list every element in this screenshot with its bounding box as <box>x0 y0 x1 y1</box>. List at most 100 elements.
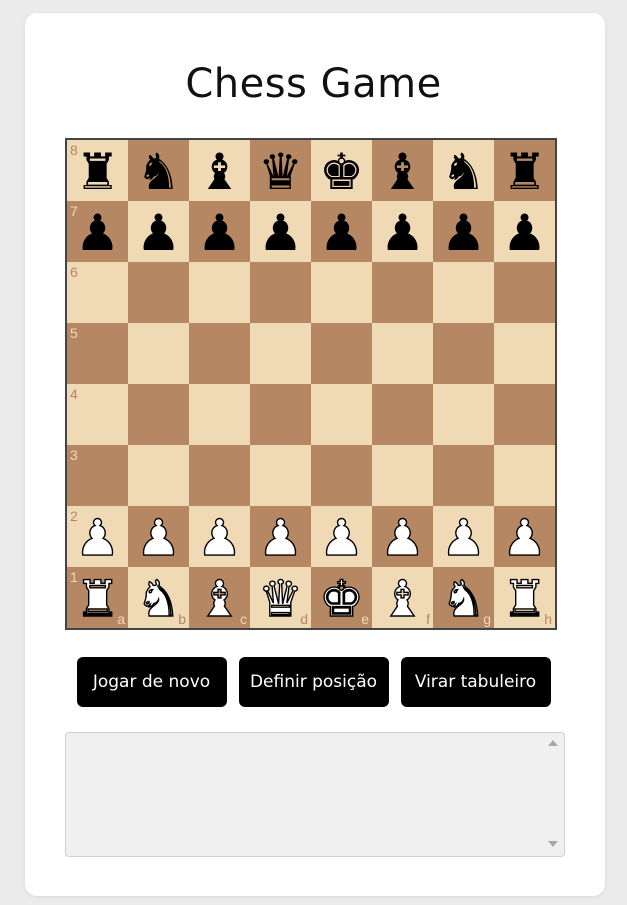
square-d1[interactable]: d ♛ <box>250 567 311 628</box>
square-g5[interactable] <box>433 323 494 384</box>
black-bishop-icon[interactable]: ♝ <box>380 147 425 197</box>
square-f5[interactable] <box>372 323 433 384</box>
square-f7[interactable]: ♟ <box>372 201 433 262</box>
square-h4[interactable] <box>494 384 555 445</box>
square-a1[interactable]: 1 a ♜ <box>67 567 128 628</box>
white-rook-icon[interactable]: ♜ <box>501 573 547 624</box>
square-g4[interactable] <box>433 384 494 445</box>
chess-board[interactable]: 8 ♜ ♞ ♝ ♛ ♚ ♝ ♞ ♜ 7 ♟ ♟ ♟ ♟ ♟ ♟ ♟ ♟ 6 5 4 3 2 ♟ ♟ ♟ ♟ ♟ ♟ ♟ ♟ 1 a ♜ b ♞ c ♝ d ♛… <box>65 138 557 630</box>
square-a8[interactable]: 8 ♜ <box>67 140 128 201</box>
white-pawn-icon[interactable]: ♟ <box>257 512 303 563</box>
square-b2[interactable]: ♟ <box>128 506 189 567</box>
square-d5[interactable] <box>250 323 311 384</box>
square-d4[interactable] <box>250 384 311 445</box>
square-d2[interactable]: ♟ <box>250 506 311 567</box>
square-f8[interactable]: ♝ <box>372 140 433 201</box>
square-c2[interactable]: ♟ <box>189 506 250 567</box>
move-log-textarea[interactable] <box>65 732 565 857</box>
white-rook-icon[interactable]: ♜ <box>74 573 120 624</box>
white-queen-icon[interactable]: ♛ <box>257 573 303 624</box>
square-c7[interactable]: ♟ <box>189 201 250 262</box>
square-b1[interactable]: b ♞ <box>128 567 189 628</box>
square-h1[interactable]: h ♜ <box>494 567 555 628</box>
black-pawn-icon[interactable]: ♟ <box>197 208 242 258</box>
square-h8[interactable]: ♜ <box>494 140 555 201</box>
black-knight-icon[interactable]: ♞ <box>136 147 181 197</box>
white-bishop-icon[interactable]: ♝ <box>379 573 425 624</box>
white-pawn-icon[interactable]: ♟ <box>196 512 242 563</box>
black-pawn-icon[interactable]: ♟ <box>136 208 181 258</box>
square-h2[interactable]: ♟ <box>494 506 555 567</box>
white-pawn-icon[interactable]: ♟ <box>318 512 364 563</box>
square-h3[interactable] <box>494 445 555 506</box>
square-c4[interactable] <box>189 384 250 445</box>
square-b8[interactable]: ♞ <box>128 140 189 201</box>
square-d6[interactable] <box>250 262 311 323</box>
white-pawn-icon[interactable]: ♟ <box>74 512 120 563</box>
black-pawn-icon[interactable]: ♟ <box>319 208 364 258</box>
square-d3[interactable] <box>250 445 311 506</box>
black-king-icon[interactable]: ♚ <box>319 147 364 197</box>
square-e5[interactable] <box>311 323 372 384</box>
square-h5[interactable] <box>494 323 555 384</box>
square-h6[interactable] <box>494 262 555 323</box>
square-a3[interactable]: 3 <box>67 445 128 506</box>
square-g2[interactable]: ♟ <box>433 506 494 567</box>
square-a5[interactable]: 5 <box>67 323 128 384</box>
square-e2[interactable]: ♟ <box>311 506 372 567</box>
square-e1[interactable]: e ♚ <box>311 567 372 628</box>
square-c8[interactable]: ♝ <box>189 140 250 201</box>
square-b4[interactable] <box>128 384 189 445</box>
white-bishop-icon[interactable]: ♝ <box>196 573 242 624</box>
white-pawn-icon[interactable]: ♟ <box>379 512 425 563</box>
scroll-down-arrow-icon[interactable] <box>548 841 558 847</box>
black-pawn-icon[interactable]: ♟ <box>380 208 425 258</box>
black-knight-icon[interactable]: ♞ <box>441 147 486 197</box>
square-a4[interactable]: 4 <box>67 384 128 445</box>
square-g7[interactable]: ♟ <box>433 201 494 262</box>
square-e8[interactable]: ♚ <box>311 140 372 201</box>
square-c6[interactable] <box>189 262 250 323</box>
square-f3[interactable] <box>372 445 433 506</box>
square-e6[interactable] <box>311 262 372 323</box>
black-pawn-icon[interactable]: ♟ <box>258 208 303 258</box>
square-b3[interactable] <box>128 445 189 506</box>
square-e3[interactable] <box>311 445 372 506</box>
black-pawn-icon[interactable]: ♟ <box>75 208 120 258</box>
white-pawn-icon[interactable]: ♟ <box>440 512 486 563</box>
white-pawn-icon[interactable]: ♟ <box>135 512 181 563</box>
square-a2[interactable]: 2 ♟ <box>67 506 128 567</box>
square-h7[interactable]: ♟ <box>494 201 555 262</box>
square-c5[interactable] <box>189 323 250 384</box>
square-d8[interactable]: ♛ <box>250 140 311 201</box>
square-a6[interactable]: 6 <box>67 262 128 323</box>
square-e7[interactable]: ♟ <box>311 201 372 262</box>
square-b6[interactable] <box>128 262 189 323</box>
square-g1[interactable]: g ♞ <box>433 567 494 628</box>
black-pawn-icon[interactable]: ♟ <box>441 208 486 258</box>
black-queen-icon[interactable]: ♛ <box>258 147 303 197</box>
square-d7[interactable]: ♟ <box>250 201 311 262</box>
black-bishop-icon[interactable]: ♝ <box>197 147 242 197</box>
square-g8[interactable]: ♞ <box>433 140 494 201</box>
square-c1[interactable]: c ♝ <box>189 567 250 628</box>
play-again-button[interactable]: Jogar de novo <box>76 657 227 707</box>
white-knight-icon[interactable]: ♞ <box>440 573 486 624</box>
square-f6[interactable] <box>372 262 433 323</box>
square-b7[interactable]: ♟ <box>128 201 189 262</box>
set-position-button[interactable]: Definir posição <box>238 657 389 707</box>
square-f1[interactable]: f ♝ <box>372 567 433 628</box>
scroll-up-arrow-icon[interactable] <box>548 740 558 746</box>
square-f2[interactable]: ♟ <box>372 506 433 567</box>
black-rook-icon[interactable]: ♜ <box>75 147 120 197</box>
white-knight-icon[interactable]: ♞ <box>135 573 181 624</box>
square-g3[interactable] <box>433 445 494 506</box>
black-rook-icon[interactable]: ♜ <box>502 147 547 197</box>
square-c3[interactable] <box>189 445 250 506</box>
white-pawn-icon[interactable]: ♟ <box>501 512 547 563</box>
flip-board-button[interactable]: Virar tabuleiro <box>400 657 551 707</box>
square-b5[interactable] <box>128 323 189 384</box>
black-pawn-icon[interactable]: ♟ <box>502 208 547 258</box>
white-king-icon[interactable]: ♚ <box>318 573 364 624</box>
square-g6[interactable] <box>433 262 494 323</box>
